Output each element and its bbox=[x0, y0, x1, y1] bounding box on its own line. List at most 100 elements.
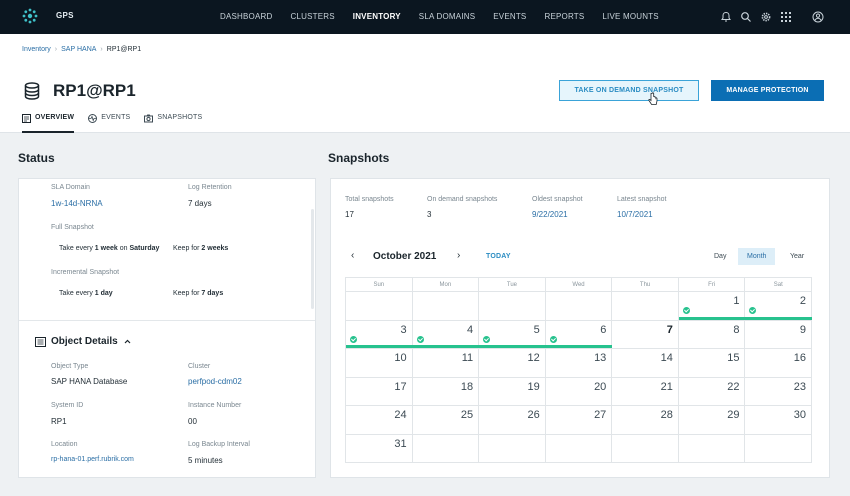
calendar-day-number: 8 bbox=[733, 323, 740, 336]
calendar-day-cell[interactable]: 24 bbox=[346, 406, 413, 435]
location-link[interactable]: rp-hana-01.perf.rubrik.com bbox=[51, 456, 134, 463]
view-day-button[interactable]: Day bbox=[705, 248, 735, 265]
calendar-day-number: 18 bbox=[460, 380, 474, 393]
calendar-day-cell[interactable]: 19 bbox=[479, 377, 546, 406]
search-icon[interactable] bbox=[738, 9, 754, 25]
calendar-day-cell[interactable]: 22 bbox=[678, 377, 746, 406]
take-on-demand-snapshot-button[interactable]: TAKE ON DEMAND SNAPSHOT bbox=[559, 80, 699, 101]
calendar-day-cell[interactable]: 31 bbox=[346, 434, 413, 463]
snapshot-check-icon[interactable] bbox=[350, 335, 357, 343]
view-year-button[interactable]: Year bbox=[781, 248, 813, 265]
instance-number-label: Instance Number bbox=[188, 402, 242, 409]
page-title: RP1@RP1 bbox=[53, 81, 136, 100]
calendar-day-number: 2 bbox=[799, 295, 807, 307]
calendar-day-cell[interactable]: 23 bbox=[745, 377, 813, 406]
calendar-day-cell[interactable]: 1 bbox=[678, 292, 746, 321]
cluster-link[interactable]: perfpod-cdm02 bbox=[188, 377, 242, 386]
nav-clusters[interactable]: CLUSTERS bbox=[290, 0, 334, 34]
calendar-day-cell[interactable]: 5 bbox=[479, 320, 546, 349]
breadcrumb-inventory[interactable]: Inventory bbox=[22, 46, 51, 53]
nav-reports[interactable]: REPORTS bbox=[544, 0, 584, 34]
total-snapshots-value: 17 bbox=[345, 210, 354, 219]
calendar-day-number: 14 bbox=[660, 352, 673, 364]
calendar-day-cell[interactable]: 6 bbox=[545, 320, 613, 349]
calendar-day-cell[interactable]: 26 bbox=[479, 406, 546, 435]
nav-inventory[interactable]: INVENTORY bbox=[353, 0, 401, 34]
snapshot-check-icon[interactable] bbox=[682, 307, 690, 314]
calendar-day-number: 20 bbox=[594, 380, 607, 393]
tab-overview[interactable]: OVERVIEW bbox=[22, 114, 75, 133]
sla-domain-link[interactable]: 1w-14d-NRNA bbox=[51, 199, 103, 208]
calendar-day-cell[interactable]: 27 bbox=[545, 406, 613, 435]
calendar-day-cell[interactable]: 2 bbox=[745, 292, 813, 321]
calendar-day-number: 7 bbox=[666, 323, 673, 336]
calendar-day-cell[interactable]: 15 bbox=[678, 349, 746, 378]
calendar-day-cell[interactable]: 21 bbox=[612, 377, 679, 406]
bell-icon[interactable] bbox=[718, 9, 734, 25]
chevron-left-icon[interactable]: ‹ bbox=[351, 250, 354, 261]
calendar-day-cell[interactable]: 8 bbox=[678, 320, 746, 349]
instance-number-value: 00 bbox=[188, 417, 197, 426]
mouse-pointer-icon bbox=[648, 92, 658, 105]
nav-live-mounts[interactable]: LIVE MOUNTS bbox=[602, 0, 658, 34]
calendar-day-cell[interactable]: 4 bbox=[412, 320, 480, 349]
snapshot-coverage-bar bbox=[678, 316, 746, 320]
nav-dashboard[interactable]: DASHBOARD bbox=[220, 0, 272, 34]
calendar-day-cell[interactable]: 14 bbox=[612, 349, 679, 378]
breadcrumb-sap-hana[interactable]: SAP HANA bbox=[61, 46, 96, 53]
snapshot-check-icon[interactable] bbox=[416, 335, 424, 343]
calendar-day-cell[interactable]: 17 bbox=[346, 377, 413, 406]
log-retention-value: 7 days bbox=[188, 199, 212, 208]
calendar-day-cell[interactable]: 20 bbox=[545, 377, 613, 406]
calendar-empty-cell bbox=[545, 292, 613, 321]
calendar-day-cell[interactable]: 7 bbox=[612, 320, 679, 349]
view-month-button[interactable]: Month bbox=[738, 248, 776, 265]
snapshot-coverage-bar bbox=[479, 345, 546, 348]
user-icon[interactable] bbox=[810, 9, 826, 25]
rubrik-logo-icon[interactable] bbox=[22, 8, 38, 24]
page-header: Inventory › SAP HANA › RP1@RP1 RP1@RP1 T… bbox=[0, 34, 850, 133]
calendar-day-cell[interactable]: 10 bbox=[346, 349, 413, 378]
calendar-day-number: 5 bbox=[533, 323, 540, 336]
calendar-day-number: 29 bbox=[727, 409, 740, 421]
tab-snapshots[interactable]: SNAPSHOTS bbox=[144, 114, 202, 133]
apps-grid-icon[interactable] bbox=[778, 9, 794, 25]
full-snapshot-label: Full Snapshot bbox=[51, 224, 94, 231]
manage-protection-button[interactable]: MANAGE PROTECTION bbox=[711, 80, 824, 101]
calendar-day-cell[interactable]: 29 bbox=[678, 406, 746, 435]
gear-icon[interactable] bbox=[758, 9, 774, 25]
top-nav: GPS DASHBOARD CLUSTERS INVENTORY SLA DOM… bbox=[0, 0, 850, 34]
oldest-snapshot-link[interactable]: 9/22/2021 bbox=[532, 210, 568, 219]
today-button[interactable]: TODAY bbox=[486, 253, 511, 260]
calendar-day-cell[interactable]: 3 bbox=[346, 320, 413, 349]
object-details-header[interactable]: Object Details bbox=[35, 336, 131, 347]
incremental-snapshot-retention: Keep for 7 days bbox=[173, 290, 224, 297]
calendar-empty-cell bbox=[412, 434, 480, 463]
calendar-day-cell[interactable]: 11 bbox=[412, 349, 480, 378]
system-id-label: System ID bbox=[51, 402, 84, 409]
calendar-day-cell[interactable]: 25 bbox=[412, 406, 480, 435]
tab-events[interactable]: EVENTS bbox=[88, 114, 130, 133]
calendar-day-cell[interactable]: 28 bbox=[612, 406, 679, 435]
weekday-sun: Sun bbox=[346, 278, 413, 292]
snapshot-check-icon[interactable] bbox=[749, 307, 757, 314]
calendar-day-cell[interactable]: 30 bbox=[745, 406, 813, 435]
camera-icon bbox=[144, 114, 154, 123]
snapshot-check-icon[interactable] bbox=[549, 335, 557, 343]
chevron-right-icon[interactable]: › bbox=[457, 250, 460, 261]
calendar-day-cell[interactable]: 16 bbox=[745, 349, 813, 378]
nav-events[interactable]: EVENTS bbox=[493, 0, 526, 34]
calendar-week-row: 12 bbox=[346, 292, 813, 321]
snapshot-check-icon[interactable] bbox=[483, 335, 491, 343]
calendar-day-cell[interactable]: 18 bbox=[412, 377, 480, 406]
calendar-day-cell[interactable]: 12 bbox=[479, 349, 546, 378]
full-snapshot-frequency: Take every 1 week on Saturday bbox=[59, 245, 160, 252]
calendar-day-cell[interactable]: 9 bbox=[745, 320, 813, 349]
status-scrollbar[interactable] bbox=[311, 209, 314, 309]
on-demand-snapshots-value: 3 bbox=[427, 210, 432, 219]
latest-snapshot-link[interactable]: 10/7/2021 bbox=[617, 210, 653, 219]
nav-sla-domains[interactable]: SLA DOMAINS bbox=[419, 0, 475, 34]
main-nav: DASHBOARD CLUSTERS INVENTORY SLA DOMAINS… bbox=[220, 0, 677, 34]
calendar-day-cell[interactable]: 13 bbox=[545, 349, 613, 378]
chevron-up-icon[interactable] bbox=[124, 339, 131, 344]
